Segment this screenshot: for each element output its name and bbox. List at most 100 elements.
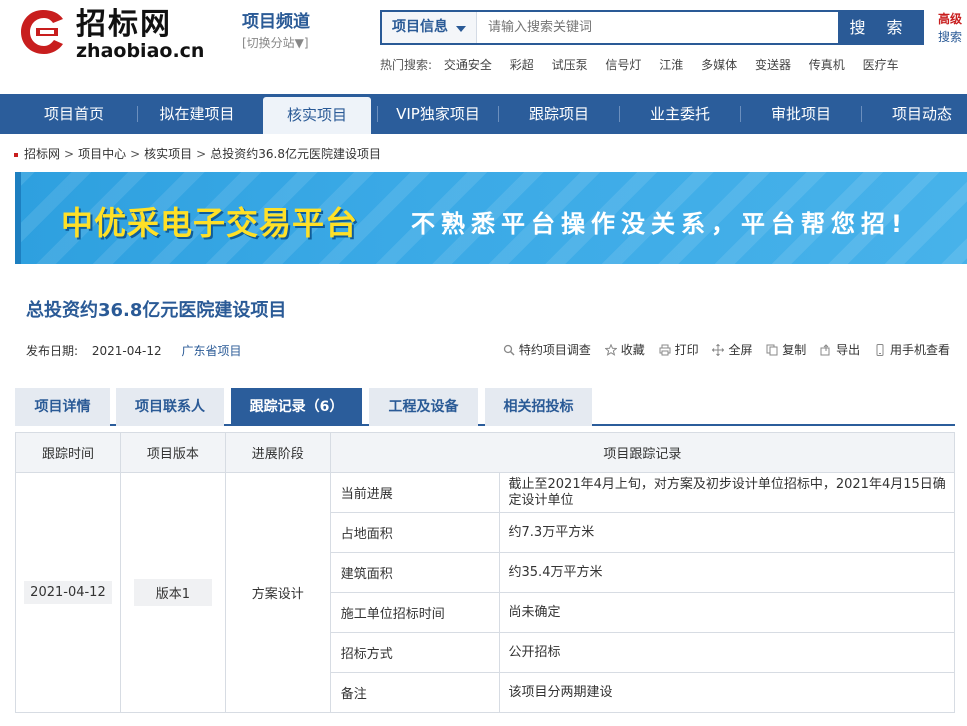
version-badge[interactable]: 版本1 [133, 579, 213, 606]
copy-icon [766, 344, 778, 356]
hot-search-link[interactable]: 多媒体 [701, 58, 737, 72]
magnifier-icon [503, 344, 515, 356]
record-label: 施工单位招标时间 [329, 592, 500, 633]
breadcrumb-separator: > [130, 147, 141, 161]
main-nav: 项目首页 拟在建项目 核实项目 VIP独家项目 跟踪项目 业主委托 审批项目 项… [0, 94, 967, 134]
column-header: 项目跟踪记录 [329, 432, 956, 473]
tab-engineering-equipment[interactable]: 工程及设备 [369, 388, 478, 426]
hot-search-link[interactable]: 医疗车 [863, 58, 899, 72]
survey-label: 特约项目调查 [518, 343, 591, 357]
hot-search-link[interactable]: 彩超 [510, 58, 534, 72]
breadcrumb-link[interactable]: 招标网 [24, 147, 60, 161]
record-label: 占地面积 [329, 512, 500, 553]
tracking-time-cell: 2021-04-12 [15, 472, 121, 713]
search-type-select[interactable]: 项目信息 [382, 12, 477, 43]
promo-banner[interactable]: 中优采电子交易平台 不熟悉平台操作没关系，平台帮您招! [15, 172, 967, 264]
breadcrumb-current: 总投资约36.8亿元医院建设项目 [210, 147, 381, 161]
switch-site-link[interactable]: [切换分站▼] [242, 34, 310, 52]
tab-tracking-records[interactable]: 跟踪记录（6） [231, 388, 362, 426]
column-header: 进展阶段 [224, 432, 331, 473]
tab-contacts[interactable]: 项目联系人 [116, 388, 224, 426]
table-row: 2021-04-12 版本1 方案设计 当前进展 截止至2021年4月上旬，对方… [15, 472, 956, 713]
print-tool[interactable]: 打印 [659, 341, 699, 358]
hot-search: 热门搜索: 交通安全 彩超 试压泵 信号灯 江淮 多媒体 变送器 传真机 医疗车 [380, 56, 913, 73]
nav-item-news[interactable]: 项目动态 [862, 94, 967, 134]
tab-related-tenders[interactable]: 相关招投标 [485, 388, 592, 426]
chevron-down-icon [456, 26, 466, 32]
tracking-table: 跟踪时间 项目版本 进展阶段 项目跟踪记录 2021-04-12 版本1 方案设… [15, 432, 956, 713]
project-toolbar: 特约项目调查 收藏 打印 全屏 复制 导出 用手机查看 [493, 341, 950, 358]
export-tool[interactable]: 导出 [820, 341, 860, 358]
detail-tabs: 项目详情 项目联系人 跟踪记录（6） 工程及设备 相关招投标 [15, 388, 955, 426]
tracking-time: 2021-04-12 [24, 581, 112, 604]
favorite-label: 收藏 [620, 343, 645, 357]
nav-item-approval[interactable]: 审批项目 [741, 94, 861, 134]
copy-tool[interactable]: 复制 [766, 341, 806, 358]
nav-item-proposed[interactable]: 拟在建项目 [138, 94, 256, 134]
table-header-row: 跟踪时间 项目版本 进展阶段 项目跟踪记录 [15, 432, 956, 473]
printer-icon [659, 344, 671, 356]
breadcrumb: 招标网 > 项目中心 > 核实项目 > 总投资约36.8亿元医院建设项目 [14, 145, 381, 162]
survey-tool[interactable]: 特约项目调查 [503, 341, 591, 358]
breadcrumb-link[interactable]: 项目中心 [78, 147, 126, 161]
hot-search-link[interactable]: 交通安全 [444, 58, 492, 72]
hot-search-label: 热门搜索: [380, 58, 433, 72]
banner-edge [15, 172, 21, 264]
print-label: 打印 [674, 343, 699, 357]
mobile-view-tool[interactable]: 用手机查看 [874, 341, 950, 358]
mobile-phone-icon [876, 344, 884, 356]
breadcrumb-separator: > [64, 147, 75, 161]
column-header: 跟踪时间 [15, 432, 121, 473]
record-label: 建筑面积 [329, 552, 500, 593]
project-title: 总投资约36.8亿元医院建设项目 [26, 300, 287, 321]
hot-search-link[interactable]: 试压泵 [552, 58, 588, 72]
hot-search-link[interactable]: 江淮 [659, 58, 683, 72]
site-logo[interactable]: 招标网 zhaobiao.cn [18, 7, 204, 61]
record-value: 该项目分两期建设 [498, 672, 956, 713]
record-label: 备注 [329, 672, 500, 713]
bullet-icon [14, 152, 18, 157]
tab-project-details[interactable]: 项目详情 [15, 388, 110, 426]
fullscreen-label: 全屏 [728, 343, 753, 357]
publish-date: 2021-04-12 [91, 344, 162, 358]
channel-block: 项目频道 [切换分站▼] [242, 12, 310, 52]
publish-date-label: 发布日期: [26, 344, 79, 358]
search-input[interactable] [478, 12, 838, 43]
nav-item-home[interactable]: 项目首页 [14, 94, 134, 134]
export-icon [820, 344, 830, 356]
header: 招标网 zhaobiao.cn 项目频道 [切换分站▼] 项目信息 搜 索 高级… [0, 0, 967, 94]
hot-search-link[interactable]: 信号灯 [605, 58, 641, 72]
logo-text-cn: 招标网 [76, 7, 172, 42]
channel-title: 项目频道 [242, 12, 310, 32]
export-label: 导出 [836, 343, 861, 357]
hot-search-link[interactable]: 传真机 [809, 58, 845, 72]
version-cell: 版本1 [119, 472, 226, 713]
hot-search-link[interactable]: 变送器 [755, 58, 791, 72]
region-link[interactable]: 广东省项目 [181, 344, 241, 358]
record-value: 约35.4万平方米 [498, 552, 956, 593]
fullscreen-tool[interactable]: 全屏 [712, 341, 752, 358]
record-label: 当前进展 [329, 472, 500, 513]
record-value: 尚未确定 [498, 592, 956, 633]
search-box: 项目信息 搜 索 [380, 10, 924, 45]
mobile-view-label: 用手机查看 [889, 343, 950, 357]
record-value: 约7.3万平方米 [498, 512, 956, 553]
favorite-tool[interactable]: 收藏 [604, 341, 645, 358]
search-type-label: 项目信息 [392, 19, 448, 35]
logo-mark-icon [21, 10, 63, 54]
banner-slogan: 不熟悉平台操作没关系，平台帮您招! [411, 210, 908, 238]
record-label: 招标方式 [329, 632, 500, 673]
breadcrumb-link[interactable]: 核实项目 [144, 147, 192, 161]
move-arrows-icon [712, 344, 725, 356]
breadcrumb-separator: > [196, 147, 207, 161]
nav-item-owner[interactable]: 业主委托 [620, 94, 740, 134]
advanced-search-link[interactable]: 高级 搜索 [938, 10, 962, 46]
nav-item-verified[interactable]: 核实项目 [263, 97, 371, 134]
search-button[interactable]: 搜 索 [838, 12, 922, 43]
nav-item-vip[interactable]: VIP独家项目 [378, 94, 498, 134]
logo-text-en: zhaobiao.cn [76, 40, 205, 62]
advanced-search-line2: 搜索 [938, 30, 963, 44]
record-value: 公开招标 [498, 632, 956, 673]
star-icon [604, 344, 617, 356]
nav-item-tracking[interactable]: 跟踪项目 [499, 94, 619, 134]
